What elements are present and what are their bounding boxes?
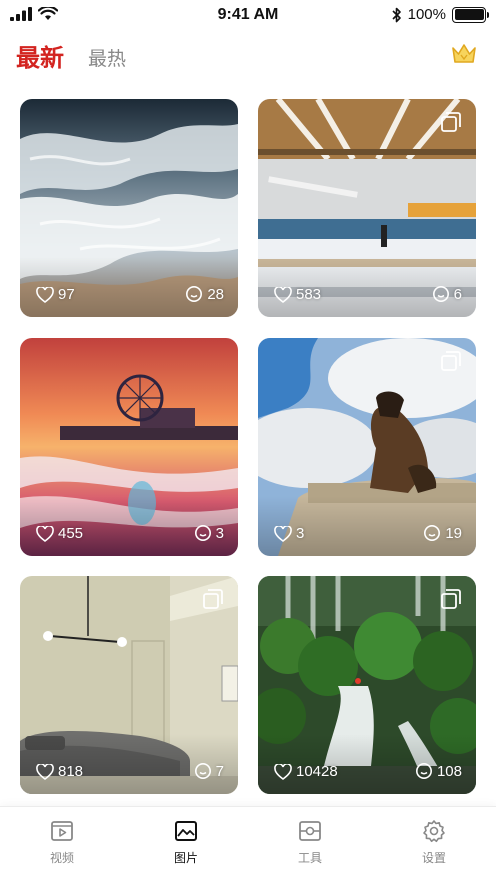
like-count-value: 3 — [296, 525, 305, 542]
like-count[interactable]: 583 — [274, 286, 321, 303]
tab-latest[interactable]: 最新 — [16, 38, 64, 73]
header: 最新 最热 — [0, 36, 496, 76]
image-icon — [175, 821, 197, 841]
status-bar: 9:41 AM 100% — [0, 0, 496, 30]
like-count-value: 455 — [58, 525, 84, 542]
tab-video[interactable]: 视频 — [22, 819, 102, 866]
multi-image-icon — [441, 112, 461, 132]
heart-icon — [274, 525, 292, 542]
photo-card-warehouse[interactable]: 583 6 — [258, 99, 476, 317]
photo-card-waterfall[interactable]: 10428 108 — [258, 576, 476, 794]
battery-icon — [452, 6, 489, 23]
status-right: 100% — [392, 6, 489, 23]
photo-card-bedroom[interactable]: 818 7 — [20, 576, 238, 794]
comment-icon — [432, 286, 449, 302]
heart-icon — [36, 525, 54, 542]
photo-card-pier[interactable]: 455 3 — [20, 338, 238, 556]
multi-image-icon — [203, 589, 223, 609]
tab-video-label: 视频 — [49, 851, 74, 865]
comment-count[interactable]: 6 — [432, 285, 462, 303]
heart-icon — [274, 286, 292, 303]
comment-count-value: 3 — [215, 524, 224, 542]
heart-icon — [36, 763, 54, 780]
tab-images[interactable]: 图片 — [146, 819, 226, 866]
comment-icon — [194, 525, 211, 541]
like-count-value: 97 — [58, 286, 75, 303]
bottom-tab-bar: 视频 图片 工具 设置 — [0, 806, 496, 882]
comment-count-value: 28 — [207, 285, 224, 303]
comment-count-value: 19 — [445, 524, 462, 542]
video-icon — [51, 821, 73, 841]
comment-count[interactable]: 108 — [415, 762, 462, 780]
heart-icon — [274, 763, 292, 780]
battery-percent: 100% — [407, 6, 446, 23]
like-count-value: 583 — [296, 286, 322, 303]
tab-tools-label: 工具 — [297, 851, 322, 865]
comment-count-value: 6 — [453, 285, 462, 303]
comment-icon — [424, 525, 441, 541]
like-count[interactable]: 10428 — [274, 763, 338, 780]
tab-settings[interactable]: 设置 — [394, 819, 474, 866]
settings-icon — [423, 820, 445, 843]
comment-icon — [194, 763, 211, 779]
comment-count[interactable]: 3 — [194, 524, 224, 542]
multi-image-icon — [441, 589, 461, 609]
comment-count-value: 108 — [436, 762, 462, 780]
battery-level — [454, 9, 484, 20]
app-screen: 9:41 AM 100% 最新 最热 97 28 583 6 455 3 3 1… — [0, 0, 496, 882]
comment-count-value: 7 — [215, 762, 224, 780]
like-count[interactable]: 97 — [36, 286, 75, 303]
tab-hot[interactable]: 最热 — [88, 44, 126, 71]
comment-icon — [415, 763, 432, 779]
tab-settings-label: 设置 — [421, 851, 446, 865]
comment-count[interactable]: 19 — [423, 524, 462, 542]
tab-tools[interactable]: 工具 — [270, 819, 350, 866]
tool-icon — [299, 821, 321, 841]
like-count-value: 818 — [58, 763, 84, 780]
comment-count[interactable]: 7 — [194, 762, 224, 780]
comment-count[interactable]: 28 — [185, 285, 224, 303]
bluetooth-icon — [392, 7, 401, 22]
comment-icon — [186, 286, 203, 302]
tab-images-label: 图片 — [173, 851, 198, 865]
multi-image-icon — [441, 351, 461, 371]
photo-card-ocean[interactable]: 97 28 — [20, 99, 238, 317]
like-count[interactable]: 455 — [36, 525, 83, 542]
like-count[interactable]: 3 — [274, 525, 304, 542]
crown-icon[interactable] — [450, 40, 478, 68]
heart-icon — [36, 286, 54, 303]
photo-card-dog[interactable]: 3 19 — [258, 338, 476, 556]
like-count-value: 10428 — [296, 763, 338, 780]
like-count[interactable]: 818 — [36, 763, 83, 780]
